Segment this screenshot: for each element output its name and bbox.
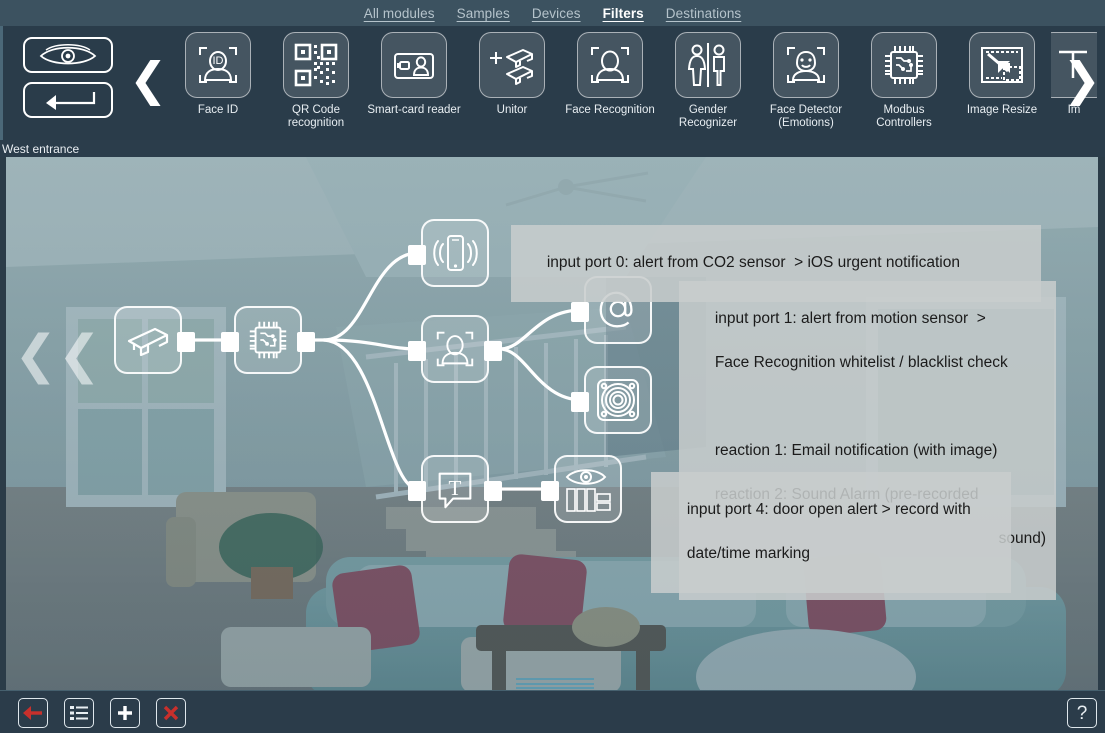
face-recognition-icon <box>577 32 643 98</box>
module-tile-face-id[interactable]: ID Face ID <box>169 32 267 117</box>
nav-link-samples[interactable]: Samples <box>457 6 510 21</box>
preview-eye-button[interactable] <box>23 37 113 73</box>
scene-label: West entrance <box>0 140 1105 157</box>
scene-label-text: West entrance <box>2 141 80 156</box>
node-port-out[interactable] <box>177 332 195 352</box>
face-id-icon: ID <box>185 32 251 98</box>
module-tile-unitor[interactable]: Unitor <box>463 32 561 117</box>
image-resize-icon <box>969 32 1035 98</box>
gender-icon <box>675 32 741 98</box>
top-navigation: All modules Samples Devices Filters Dest… <box>0 0 1105 26</box>
annotation-port-4: input port 4: door open alert > record w… <box>651 472 1011 593</box>
node-port-in[interactable] <box>221 332 239 352</box>
node-port-out[interactable] <box>484 481 502 501</box>
module-tile-label: Smart-card reader <box>367 104 461 116</box>
mobile-notification-node[interactable] <box>408 219 489 287</box>
cross-icon <box>162 704 180 722</box>
add-button[interactable] <box>110 698 140 728</box>
pipeline-canvas[interactable]: ❮❮ T input port 0: alert from CO2 sensor… <box>6 157 1098 690</box>
eye-monitors-icon <box>563 464 613 514</box>
help-button[interactable]: ? <box>1067 698 1097 728</box>
arrow-left-icon <box>22 704 44 722</box>
nav-link-destinations[interactable]: Destinations <box>666 6 742 21</box>
module-tile-smart-card-reader[interactable]: Smart-card reader <box>365 32 463 117</box>
annotation-line-4: reaction 1: Email notification (with ima… <box>714 442 998 459</box>
face-recognition-icon <box>432 326 478 372</box>
module-tile-label: Gender Recognizer <box>678 104 738 129</box>
node-port-in[interactable] <box>571 392 589 412</box>
module-tile-clipped[interactable]: Im <box>1051 32 1097 117</box>
module-tile-gender-recognizer[interactable]: Gender Recognizer <box>659 32 757 130</box>
smart-card-icon <box>381 32 447 98</box>
svg-text:ID: ID <box>213 55 224 67</box>
annotation-line-1: input port 4: door open alert > record w… <box>686 501 971 518</box>
module-tile-label: Face Recognition <box>565 104 655 116</box>
clipped-icon <box>1051 32 1097 98</box>
module-tile-label: Im <box>1067 104 1081 116</box>
node-port-in[interactable] <box>571 302 589 322</box>
unitor-cameras-icon <box>479 32 545 98</box>
help-label: ? <box>1076 702 1088 724</box>
module-tile-label: Unitor <box>496 104 528 116</box>
chip-icon <box>871 32 937 98</box>
back-arrow-button[interactable] <box>23 82 113 118</box>
eye-icon <box>38 43 98 67</box>
node-port-out[interactable] <box>484 341 502 361</box>
face-emotion-icon <box>773 32 839 98</box>
annotation-line-2: date/time marking <box>686 545 811 562</box>
nav-link-all-modules[interactable]: All modules <box>364 6 435 21</box>
module-tile-list: ID Face ID QR Code recognition Smart-car… <box>169 32 1105 140</box>
module-tile-image-resize[interactable]: Image Resize <box>953 32 1051 117</box>
module-tile-label: Modbus Controllers <box>876 104 932 129</box>
node-port-in[interactable] <box>408 481 426 501</box>
back-button[interactable] <box>18 698 48 728</box>
face-recognition-node[interactable] <box>408 315 502 383</box>
text-overlay-node[interactable]: T <box>408 455 502 523</box>
module-tile-label: Face ID <box>197 104 239 116</box>
module-tile-label: Face Detector (Emotions) <box>769 104 843 129</box>
text-bubble-icon: T <box>432 466 478 512</box>
camera-node[interactable] <box>114 306 195 374</box>
node-port-out[interactable] <box>297 332 315 352</box>
controller-node[interactable] <box>221 306 315 374</box>
svg-text:T: T <box>449 476 462 500</box>
toolbar-side-buttons <box>23 37 113 118</box>
module-tile-label: Image Resize <box>966 104 1038 116</box>
list-icon <box>69 704 89 722</box>
module-toolbar: ❮ ❯ ID Face ID QR Code recognition Smart… <box>0 26 1105 140</box>
module-tile-face-recognition[interactable]: Face Recognition <box>561 32 659 117</box>
node-port-in[interactable] <box>541 481 559 501</box>
delete-button[interactable] <box>156 698 186 728</box>
bottom-toolbar: ? <box>0 690 1105 733</box>
modules-prev-button[interactable]: ❮ <box>129 56 168 102</box>
app-root: All modules Samples Devices Filters Dest… <box>0 0 1105 733</box>
module-tile-face-detector-emotions[interactable]: Face Detector (Emotions) <box>757 32 855 130</box>
module-tile-qr-code[interactable]: QR Code recognition <box>267 32 365 130</box>
nav-link-devices[interactable]: Devices <box>532 6 581 21</box>
speaker-siren-icon <box>594 376 642 424</box>
phone-ringing-icon <box>431 230 479 276</box>
annotation-line-2: Face Recognition whitelist / blacklist c… <box>714 354 1008 371</box>
annotation-line-3 <box>715 398 719 415</box>
annotation-line-1: input port 1: alert from motion sensor > <box>714 310 986 327</box>
sound-alarm-node[interactable] <box>571 366 652 434</box>
arrow-left-icon <box>38 89 98 111</box>
node-port-in[interactable] <box>408 341 426 361</box>
recorder-node[interactable] <box>541 455 622 523</box>
qr-code-icon <box>283 32 349 98</box>
node-port-in[interactable] <box>408 245 426 265</box>
chip-icon <box>245 317 291 363</box>
module-tile-modbus-controllers[interactable]: Modbus Controllers <box>855 32 953 130</box>
plus-icon <box>116 704 134 722</box>
annotation-text: input port 0: alert from CO2 sensor > iO… <box>546 254 960 271</box>
nav-link-filters[interactable]: Filters <box>603 6 644 21</box>
cctv-camera-icon <box>125 319 171 361</box>
module-tile-label: QR Code recognition <box>287 104 345 129</box>
list-button[interactable] <box>64 698 94 728</box>
